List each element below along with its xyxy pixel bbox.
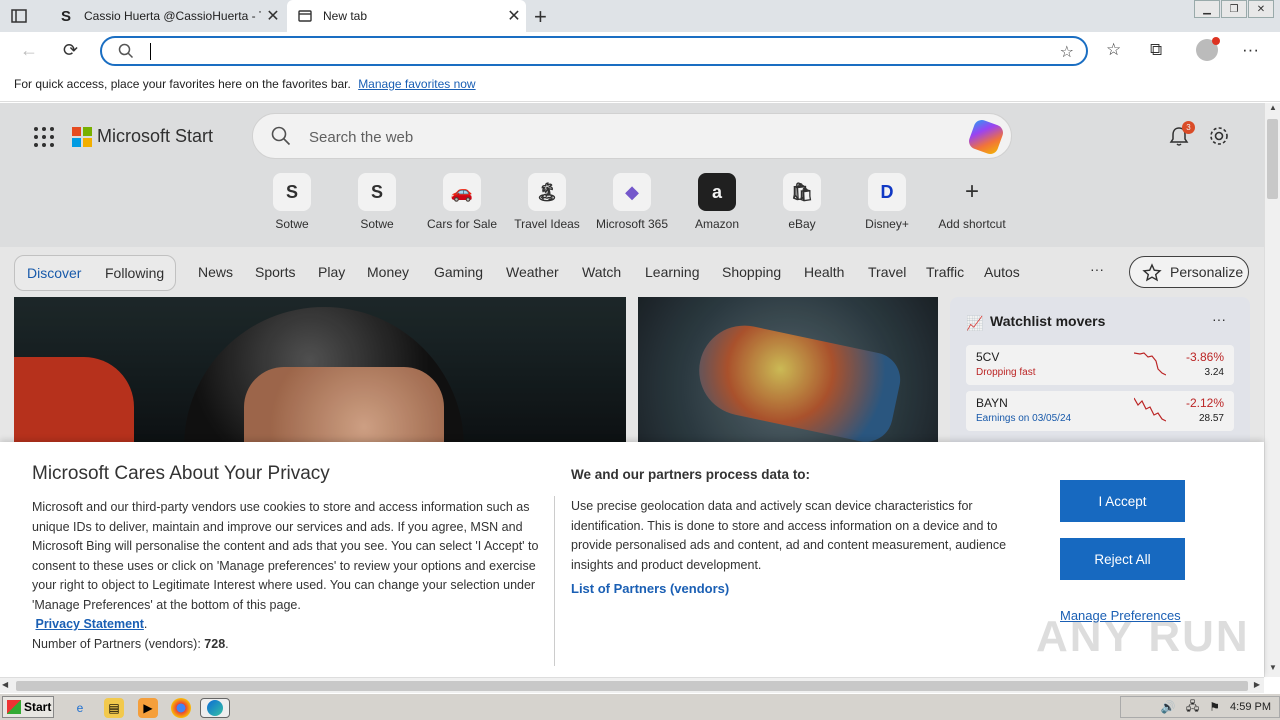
favorites-bar: For quick access, place your favorites h… [0,70,1280,102]
tab-title: New tab [323,9,368,23]
start-label: Start [24,700,52,714]
minimize-icon[interactable]: ▁ [1194,0,1220,18]
tab-close-icon[interactable]: ✕ [502,6,526,26]
clock[interactable]: 4:59 PM [1230,701,1271,713]
privacy-purposes-text: Use precise geolocation data and activel… [571,499,1007,572]
tab-new-tab[interactable]: New tab ✕ [287,0,526,32]
partners-list-link[interactable]: List of Partners (vendors) [571,581,729,596]
favorites-bar-text: For quick access, place your favorites h… [14,77,351,91]
partners-count: 728 [204,636,226,651]
window-controls: ▁ ❐ ✕ [1193,0,1274,18]
accept-button[interactable]: I Accept [1060,480,1185,522]
flag-icon[interactable]: ⚑ [1209,700,1220,714]
privacy-body-text: Microsoft and our third-party vendors us… [32,500,539,612]
collections-icon[interactable]: ⧉ [1150,40,1162,60]
tab-bar: S Cassio Huerta @CassioHuerta - T ✕ New … [0,0,1280,32]
scroll-thumb[interactable] [1267,119,1278,199]
text-caret [150,43,151,60]
scroll-left-icon[interactable]: ◀ [2,680,8,689]
more-menu-icon[interactable]: ··· [1242,40,1259,60]
tab-actions-icon[interactable] [8,6,30,26]
search-icon [118,43,134,64]
sotwe-favicon-icon: S [60,7,71,25]
privacy-subheading: We and our partners process data to: [571,467,811,482]
vertical-scrollbar[interactable]: ▲ ▼ [1264,103,1280,677]
privacy-title: Microsoft Cares About Your Privacy [32,463,330,484]
newtab-icon [297,8,313,24]
new-tab-plus-icon[interactable]: + [534,4,547,30]
internet-explorer-icon[interactable]: e [70,698,90,718]
close-window-icon[interactable]: ✕ [1248,0,1274,18]
horizontal-scrollbar[interactable]: ◀ ▶ [0,677,1264,693]
windows-taskbar: Start e ▤ ▶ 🔊 🖧 ⚑ 4:59 PM [0,693,1280,720]
system-tray: 🔊 🖧 ⚑ 4:59 PM [1120,696,1280,718]
restore-icon[interactable]: ❐ [1221,0,1247,18]
windows-logo-icon [7,700,21,714]
edge-taskbar-icon[interactable] [200,698,230,718]
profile-avatar[interactable] [1196,37,1220,61]
start-button[interactable]: Start [2,696,54,718]
browser-toolbar: ← ⟳ ☆ ☆ ⧉ ··· [0,32,1280,70]
partners-count-label: Number of Partners (vendors): [32,636,201,651]
scroll-up-icon[interactable]: ▲ [1265,103,1280,117]
volume-icon[interactable]: 🔊 [1161,700,1176,714]
page-dim-overlay [0,103,1264,442]
privacy-body: Microsoft and our third-party vendors us… [32,500,539,651]
scroll-down-icon[interactable]: ▼ [1265,663,1280,677]
tab-title: Cassio Huerta @CassioHuerta - T [84,9,261,23]
address-bar[interactable]: ☆ [100,36,1088,66]
tab-sotwe[interactable]: S Cassio Huerta @CassioHuerta - T ✕ [48,0,285,32]
network-icon[interactable]: 🖧 [1186,697,1199,718]
favorites-icon[interactable]: ☆ [1106,40,1121,60]
hscroll-thumb[interactable] [16,681,1248,691]
scroll-right-icon[interactable]: ▶ [1254,680,1260,689]
privacy-divider [554,496,555,666]
refresh-icon[interactable]: ⟳ [63,40,78,61]
file-explorer-icon[interactable]: ▤ [104,698,124,718]
chrome-icon[interactable] [171,698,191,718]
media-player-icon[interactable]: ▶ [138,698,158,718]
privacy-consent-dialog: Microsoft Cares About Your Privacy Micro… [0,442,1264,677]
tab-close-icon[interactable]: ✕ [261,6,285,26]
add-favorite-icon[interactable]: ☆ [1060,42,1074,62]
reject-all-button[interactable]: Reject All [1060,538,1185,580]
manage-favorites-link[interactable]: Manage favorites now [358,77,475,91]
back-arrow-icon[interactable]: ← [20,40,38,61]
privacy-statement-link[interactable]: Privacy Statement [35,617,143,631]
manage-preferences-link[interactable]: Manage Preferences [1060,608,1181,623]
